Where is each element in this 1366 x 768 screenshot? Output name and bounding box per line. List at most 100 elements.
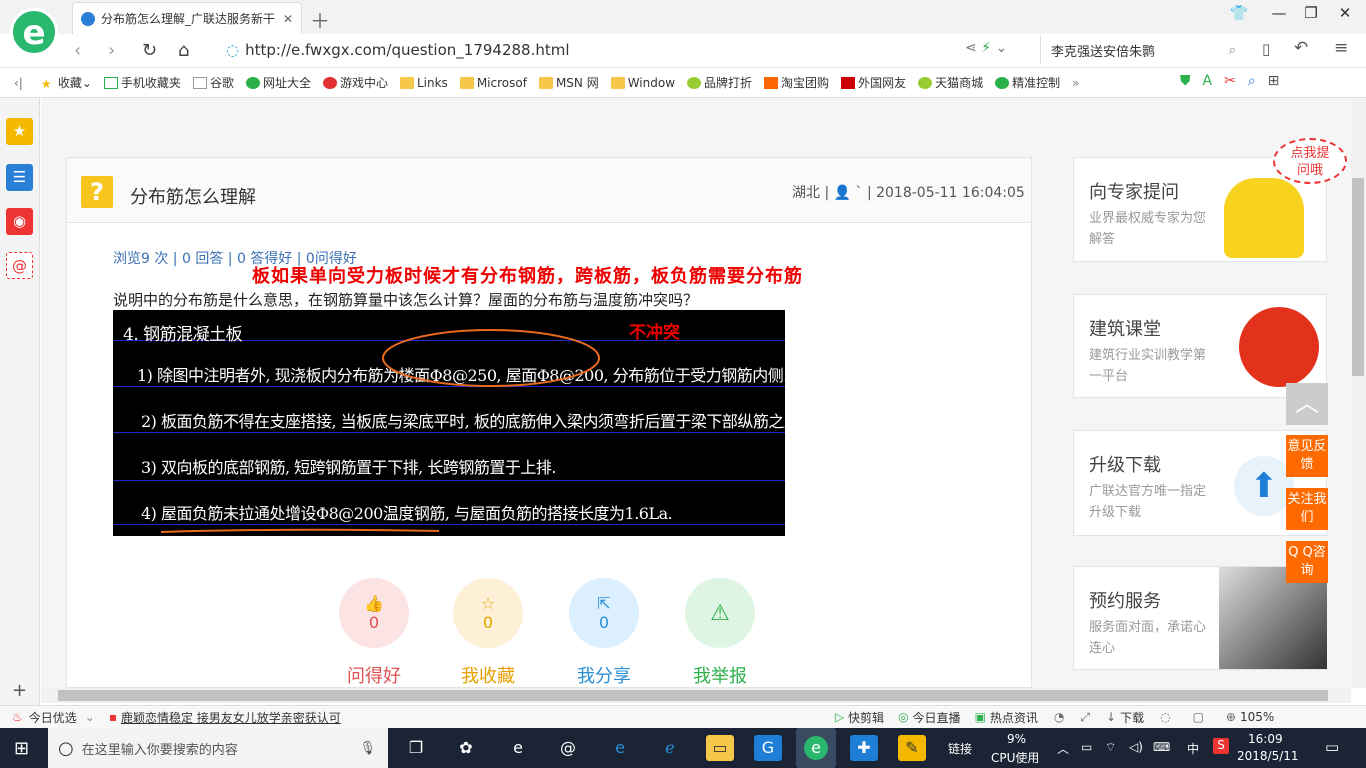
url-field[interactable]: ◌ http://e.fwxgx.com /question_1794288.h… (226, 38, 986, 62)
news-ticker[interactable]: 鹿颖恋情稳定 接男友女儿放学亲密获认可 (121, 709, 341, 726)
action-good[interactable]: 👍 0 问得好 (339, 578, 409, 688)
magnifier-icon[interactable]: ⌕ (1248, 73, 1256, 89)
file-explorer-icon[interactable]: ▭ (706, 735, 734, 761)
tab-active[interactable]: 分布筋怎么理解_广联达服务新干 ✕ (72, 2, 302, 34)
lightning-icon[interactable]: ⚡ (981, 40, 991, 56)
clock-date[interactable]: 2018/5/11 (1237, 749, 1299, 763)
collapse-sidebar-icon[interactable]: ‹| (14, 76, 23, 90)
follow-button[interactable]: 关注我们 (1286, 488, 1328, 530)
back-icon[interactable]: ‹ (74, 40, 81, 61)
plus-app-icon[interactable]: ✚ (850, 735, 878, 761)
speed-icon[interactable]: ◔ (1054, 710, 1064, 724)
vertical-scroll-thumb[interactable] (1352, 178, 1364, 376)
status-clip[interactable]: 快剪辑 (848, 709, 884, 726)
bookmark-item[interactable]: 天猫商城 (918, 74, 983, 91)
share-icon[interactable]: ⋖ ⚡ ⌄ (965, 40, 1007, 56)
scissors-icon[interactable]: ✂ (1224, 73, 1236, 89)
browser-logo-icon[interactable]: e (10, 8, 58, 56)
bookmark-item[interactable]: ★ 收藏 ⌄ (41, 74, 92, 91)
news-list-icon[interactable]: ☰ (6, 164, 33, 191)
mascot-icon (1224, 178, 1304, 258)
internet-explorer-icon[interactable]: ℯ (656, 735, 684, 761)
star-outline-icon: ☆ (480, 594, 496, 613)
add-sidebar-icon[interactable]: + (12, 680, 27, 701)
status-live[interactable]: 今日直播 (913, 709, 961, 726)
bookmark-folder[interactable]: MSN 网 (538, 74, 599, 91)
notes-app-icon[interactable]: ✎ (898, 735, 926, 761)
bookmark-item[interactable]: 品牌打折 (687, 74, 752, 91)
minimize-icon[interactable]: — (1264, 4, 1294, 22)
bookmark-folder[interactable]: Links (399, 76, 448, 90)
network-link[interactable]: 链接 (948, 740, 972, 757)
edge-icon[interactable]: e (606, 735, 634, 761)
bookmark-item[interactable]: 谷歌 (192, 74, 234, 91)
action-report[interactable]: ⚠ 我举报 (685, 578, 755, 688)
g-app-icon[interactable]: G (754, 735, 782, 761)
back-to-top-button[interactable]: ︿ (1286, 383, 1328, 425)
mail-icon[interactable]: @ (6, 252, 33, 279)
translate-icon[interactable]: A (1203, 73, 1213, 89)
spiral-app-icon[interactable]: @ (554, 735, 582, 761)
ask-bubble[interactable]: 点我提问哦 (1273, 138, 1347, 184)
search-input[interactable]: 李克强送安倍朱鹮 ⌕ (1040, 36, 1246, 64)
weibo-icon[interactable]: ◉ (6, 208, 33, 235)
question-title: 分布筋怎么理解 (130, 187, 256, 208)
menu-icon[interactable]: ≡ (1334, 38, 1348, 58)
today-picks[interactable]: 今日优选 (29, 709, 77, 726)
bookmark-item[interactable]: 网址大全 (245, 74, 311, 91)
feedback-button[interactable]: 意见反馈 (1286, 435, 1328, 477)
action-favorite[interactable]: ☆ 0 我收藏 (453, 578, 523, 688)
forward-icon[interactable]: › (108, 40, 115, 61)
zoom-level[interactable]: 105% (1240, 710, 1274, 724)
pinwheel-app-icon[interactable]: ✿ (452, 735, 480, 761)
more-bookmarks-icon[interactable]: » (1072, 76, 1079, 90)
tray-chevron-icon[interactable]: ︿ (1057, 740, 1069, 757)
favorites-star-icon[interactable]: ★ (6, 118, 33, 145)
keyboard-icon[interactable]: ⌨ (1153, 740, 1170, 754)
microphone-icon[interactable]: 🎙 (359, 741, 376, 756)
chevron-down-icon[interactable]: ⌄ (85, 710, 95, 724)
home-icon[interactable]: ⌂ (178, 40, 189, 61)
refresh-icon[interactable]: ↻ (142, 40, 157, 61)
restore-icon[interactable]: ❐ (1296, 4, 1326, 22)
bookmark-item[interactable]: 外国网友 (841, 74, 906, 91)
bookmark-folder[interactable]: Microsof (459, 76, 527, 90)
shield-icon[interactable]: ⛊ (1180, 73, 1191, 89)
bookmark-folder[interactable]: Window (610, 76, 675, 90)
bookmark-item[interactable]: 精准控制 (995, 74, 1060, 91)
volume-icon[interactable]: ◁) (1129, 740, 1143, 754)
hot-news-icon: ▣ (974, 710, 986, 724)
wifi-icon[interactable]: ⌔ (1105, 740, 1116, 755)
sound-icon[interactable]: ◌ (1160, 710, 1170, 724)
battery-icon[interactable]: ▭ (1081, 740, 1092, 754)
bookmark-item[interactable]: 游戏中心 (322, 74, 388, 91)
qq-consult-button[interactable]: Q Q咨询 (1286, 541, 1328, 583)
shirt-skin-icon[interactable]: 👕 (1224, 4, 1254, 22)
bookmark-item[interactable]: 淘宝团购 (764, 74, 829, 91)
windows-start-icon[interactable]: ⊞ (14, 738, 29, 759)
search-icon[interactable]: ⌕ (1229, 43, 1236, 58)
bookmarks-bar: ‹| ★ 收藏 ⌄ 手机收藏夹 谷歌 网址大全 游戏中心 Links Microso… (0, 68, 1366, 98)
action-share[interactable]: ⇱ 0 我分享 (569, 578, 639, 688)
close-tab-icon[interactable]: ✕ (283, 12, 293, 26)
ime-indicator[interactable]: 中 (1187, 740, 1199, 757)
phone-bookmark-icon (103, 76, 118, 89)
apps-grid-icon[interactable]: ⊞ (1268, 73, 1280, 89)
close-window-icon[interactable]: ✕ (1330, 4, 1360, 22)
taskbar-search-input[interactable]: ○ 在这里输入你要搜索的内容 🎙 (48, 728, 388, 768)
ie-browser-icon[interactable]: e (504, 735, 532, 761)
task-view-icon[interactable]: ❐ (402, 735, 430, 761)
undo-icon[interactable]: ↶ (1294, 38, 1308, 58)
fullscreen-icon[interactable]: ⤢ (1080, 710, 1090, 725)
sogou-icon[interactable]: S (1213, 738, 1229, 754)
status-download[interactable]: 下载 (1120, 709, 1144, 726)
phone-icon[interactable]: ▯ (1262, 40, 1270, 58)
status-hot[interactable]: 热点资讯 (990, 709, 1038, 726)
bookmark-item[interactable]: 手机收藏夹 (103, 74, 181, 91)
clock-time[interactable]: 16:09 (1248, 732, 1283, 746)
window-icon[interactable]: ▢ (1193, 710, 1204, 724)
browser-taskbar-icon[interactable]: e (796, 728, 836, 768)
notification-icon[interactable]: ▭ (1325, 738, 1339, 756)
horizontal-scroll-thumb[interactable] (58, 690, 1328, 701)
new-tab-icon[interactable]: ＋ (310, 5, 330, 34)
